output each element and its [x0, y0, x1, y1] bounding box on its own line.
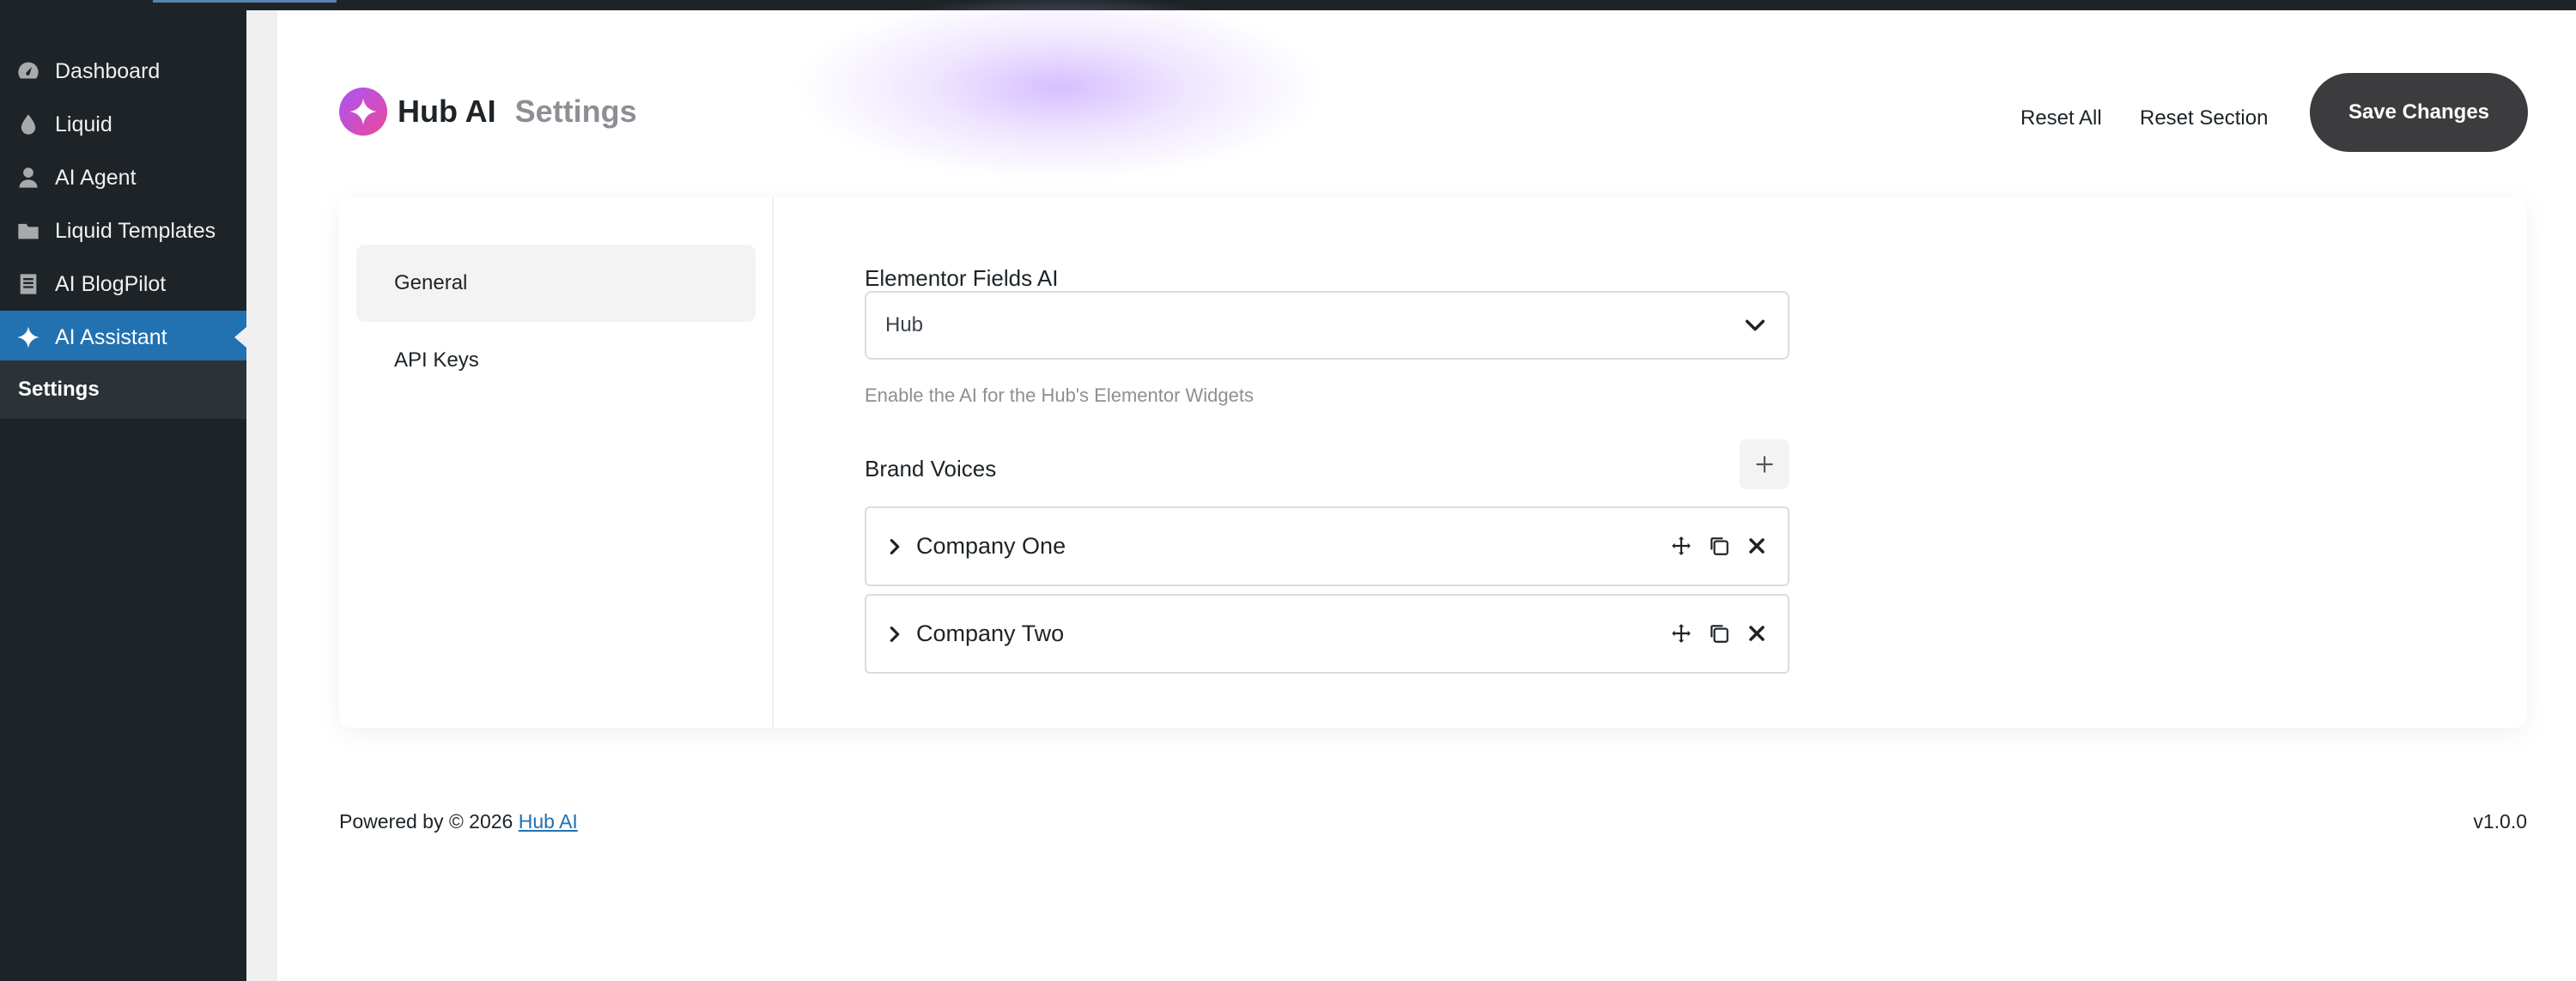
duplicate-icon[interactable]	[1707, 534, 1731, 558]
brand-name: Hub AI	[398, 94, 496, 129]
decorative-glow	[793, 0, 1325, 182]
sparkle-logo-icon	[339, 88, 387, 136]
chevron-right-icon[interactable]	[885, 537, 904, 556]
drop-icon	[15, 112, 41, 137]
settings-divider	[772, 197, 774, 728]
page-header-brand: Hub AI Settings	[339, 88, 637, 136]
sparkle-icon	[15, 324, 41, 350]
duplicate-icon[interactable]	[1707, 621, 1731, 645]
sidebar-item-label: AI Assistant	[55, 324, 167, 349]
brand-voice-actions	[1669, 621, 1769, 645]
sidebar-item-liquid[interactable]: Liquid	[0, 98, 246, 151]
sidebar-item-label: AI BlogPilot	[55, 271, 167, 296]
elementor-fields-ai-select[interactable]: Hub	[865, 291, 1789, 360]
dashboard-icon	[15, 58, 41, 84]
sidebar-item-liquid-templates[interactable]: Liquid Templates	[0, 204, 246, 257]
sidebar-item-label: Liquid Templates	[55, 218, 216, 243]
settings-tab-label: API Keys	[394, 348, 479, 372]
sidebar-item-ai-assistant[interactable]: AI Assistant	[0, 311, 246, 364]
reset-all-button[interactable]: Reset All	[2020, 106, 2102, 130]
page-title: Settings	[514, 94, 637, 129]
elementor-fields-ai-label: Elementor Fields AI	[865, 265, 1059, 291]
footer-hub-ai-link[interactable]: Hub AI	[519, 810, 578, 833]
brand-voice-title: Company Two	[916, 621, 1065, 646]
folder-icon	[15, 218, 41, 244]
brand-voice-item[interactable]: Company One	[865, 506, 1789, 586]
plus-icon	[1756, 456, 1773, 473]
brand-voice-item[interactable]: Company Two	[865, 594, 1789, 674]
chevron-right-icon[interactable]	[885, 625, 904, 644]
settings-card: General API Keys Elementor Fields AI Hub…	[339, 197, 2527, 728]
admin-bar-highlight	[153, 0, 337, 3]
sidebar-item-label: Dashboard	[55, 58, 161, 83]
footer-version: v1.0.0	[2473, 810, 2527, 833]
add-brand-voice-button[interactable]	[1740, 439, 1789, 489]
user-icon	[15, 165, 41, 191]
settings-tab-label: General	[394, 271, 468, 294]
brand-voices-label: Brand Voices	[865, 456, 997, 481]
move-icon[interactable]	[1669, 534, 1693, 558]
sidebar-item-label: AI Agent	[55, 165, 137, 190]
brand-voice-title: Company One	[916, 533, 1066, 559]
admin-sidebar: Dashboard Liquid AI Agent Liquid Templat…	[0, 10, 246, 981]
reset-section-button[interactable]: Reset Section	[2140, 106, 2268, 130]
sidebar-item-ai-blogpilot[interactable]: AI BlogPilot	[0, 257, 246, 311]
settings-tab-general[interactable]: General	[356, 245, 756, 322]
select-value: Hub	[885, 313, 924, 336]
sidebar-item-label: Liquid	[55, 112, 112, 136]
close-icon[interactable]	[1745, 621, 1769, 645]
close-icon[interactable]	[1745, 534, 1769, 558]
main-content: Hub AI Settings Reset All Reset Section …	[277, 0, 2576, 981]
sidebar-item-dashboard[interactable]: Dashboard	[0, 45, 246, 98]
sidebar-subitem-settings[interactable]: Settings	[18, 360, 100, 419]
footer-credit: Powered by © 2026 Hub AI	[339, 810, 578, 833]
elementor-fields-ai-help: Enable the AI for the Hub's Elementor Wi…	[865, 385, 1254, 406]
footer-credit-text: Powered by © 2026	[339, 810, 519, 833]
chevron-down-icon	[1745, 319, 1765, 331]
document-icon	[15, 271, 41, 297]
sidebar-item-ai-agent[interactable]: AI Agent	[0, 151, 246, 204]
settings-tab-api-keys[interactable]: API Keys	[356, 322, 756, 399]
save-changes-button[interactable]: Save Changes	[2310, 73, 2528, 152]
move-icon[interactable]	[1669, 621, 1693, 645]
brand-voice-actions	[1669, 534, 1769, 558]
sidebar-submenu: Settings	[0, 360, 246, 419]
